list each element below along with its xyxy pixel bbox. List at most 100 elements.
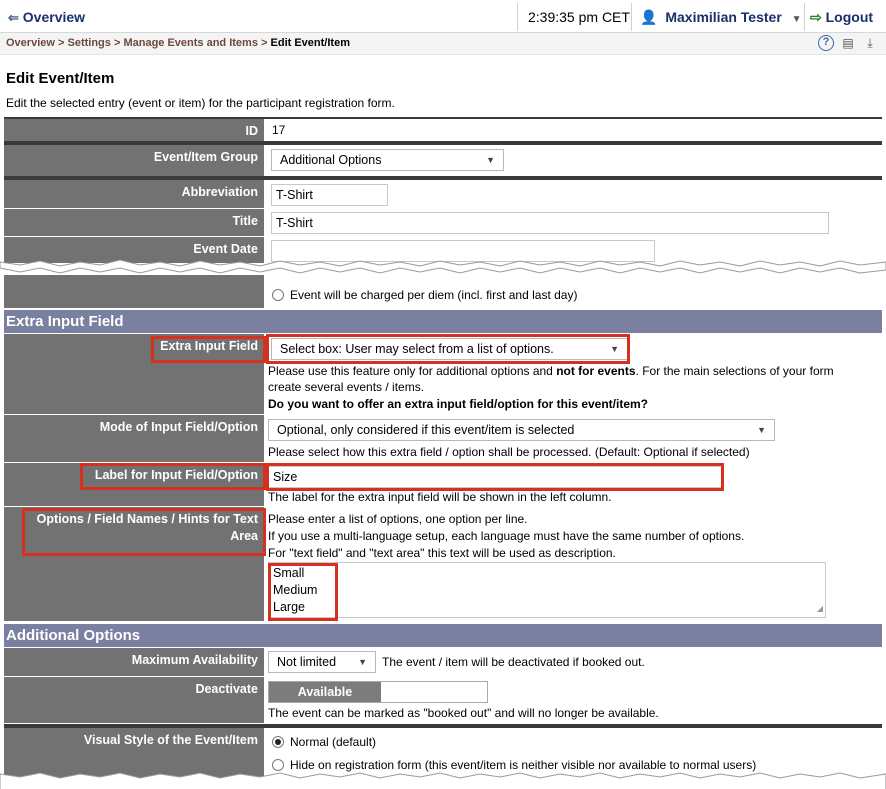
max-availability-help: The event / item will be deactivated if … [382, 655, 645, 669]
resize-handle-icon[interactable]: ◢ [817, 600, 823, 617]
options-help-3: For "text field" and "text area" this te… [268, 546, 616, 560]
abbreviation-label: Abbreviation [4, 180, 264, 208]
torn-edge-bottom [0, 770, 886, 789]
row-label-field: Label for Input Field/Option Size The la… [4, 463, 882, 506]
deactivate-label: Deactivate [4, 677, 264, 723]
visual-option-normal-text: Normal (default) [290, 735, 377, 749]
page-title: Edit Event/Item [6, 70, 115, 87]
breadcrumb-settings[interactable]: Settings [67, 37, 110, 49]
group-label: Event/Item Group [4, 145, 264, 176]
per-diem-label [4, 275, 264, 308]
row-abbreviation: Abbreviation T-Shirt [4, 180, 882, 208]
options-cell: Please enter a list of options, one opti… [268, 507, 882, 621]
row-extra-input-field: Extra Input Field Select box: User may s… [4, 334, 882, 414]
section-additional-options: Additional Options [4, 624, 882, 647]
row-options: Options / Field Names / Hints for Text A… [4, 507, 882, 621]
logout-label: Logout [825, 9, 874, 25]
dropdown-arrow-icon: ▼ [757, 425, 766, 435]
logout-button[interactable]: ⇨ Logout [810, 5, 873, 29]
mode-label: Mode of Input Field/Option [4, 415, 264, 462]
back-arrow-icon: ⇐ [8, 10, 19, 25]
logout-icon: ⇨ [810, 9, 822, 25]
option-line: Large [273, 600, 305, 614]
breadcrumb-overview[interactable]: Overview [6, 37, 55, 49]
options-help-1: Please enter a list of options, one opti… [268, 512, 528, 526]
row-title: Title T-Shirt [4, 209, 882, 236]
label-field-cell: Size The label for the extra input field… [268, 463, 882, 506]
torn-edge-graphic [0, 259, 886, 274]
breadcrumb-separator: > [57, 37, 65, 49]
max-availability-select[interactable]: Not limited ▼ [268, 651, 376, 673]
per-diem-cell: Event will be charged per diem (incl. fi… [268, 275, 882, 308]
deactivate-cell: Available The event can be marked as "bo… [268, 677, 882, 723]
extra-input-field-select[interactable]: Select box: User may select from a list … [271, 338, 628, 360]
visual-option-normal[interactable]: Normal (default) [272, 734, 376, 750]
section-extra-input-field: Extra Input Field [4, 310, 882, 333]
print-icon[interactable]: ▤ [840, 35, 856, 51]
breadcrumb-manage-events[interactable]: Manage Events and Items [123, 37, 258, 49]
divider [804, 3, 805, 31]
mode-help: Please select how this extra field / opt… [268, 445, 750, 459]
chevron-down-icon: ▼ [791, 14, 802, 25]
row-group: Event/Item Group Additional Options ▼ [4, 145, 882, 176]
label-field-input[interactable]: Size [268, 466, 722, 488]
max-availability-cell: Not limited ▼ The event / item will be d… [268, 648, 882, 676]
radio-icon [272, 289, 284, 301]
page-description: Edit the selected entry (event or item) … [6, 96, 395, 110]
breadcrumb-separator: > [261, 37, 268, 49]
breadcrumb-separator: > [113, 37, 121, 49]
max-availability-value: Not limited [277, 655, 337, 669]
divider [517, 3, 518, 31]
row-per-diem: Event will be charged per diem (incl. fi… [4, 275, 882, 308]
label-field-label: Label for Input Field/Option [4, 463, 264, 506]
torn-edge-graphic [0, 772, 886, 789]
title-input[interactable]: T-Shirt [271, 212, 829, 234]
row-mode: Mode of Input Field/Option Optional, onl… [4, 415, 882, 462]
overview-link[interactable]: ⇐ Overview [8, 5, 85, 29]
extra-question: Do you want to offer an extra input fiel… [268, 397, 649, 411]
clock: 2:39:35 pm CET [528, 9, 630, 25]
options-help-2: If you use a multi-language setup, each … [268, 529, 745, 543]
row-max-availability: Maximum Availability Not limited ▼ The e… [4, 648, 882, 676]
extra-help-part-1: Please use this feature only for additio… [268, 364, 557, 378]
breadcrumb: Overview > Settings > Manage Events and … [6, 37, 350, 49]
options-label: Options / Field Names / Hints for Text A… [4, 507, 264, 621]
mode-cell: Optional, only considered if this event/… [268, 415, 882, 462]
mode-select[interactable]: Optional, only considered if this event/… [268, 419, 775, 441]
overview-label: Overview [22, 9, 86, 25]
user-icon: 👤 [640, 9, 658, 25]
deactivate-help: The event can be marked as "booked out" … [268, 706, 659, 720]
user-menu[interactable]: 👤 Maximilian Tester ▼ [640, 5, 802, 29]
extra-input-field-value: Select box: User may select from a list … [280, 342, 554, 356]
group-value: Additional Options [280, 153, 382, 167]
download-icon[interactable]: ⤓ [862, 35, 878, 51]
extra-input-field-help: Please use this feature only for additio… [268, 363, 868, 395]
help-icon[interactable]: ? [818, 35, 834, 51]
extra-help-bold: not for events [556, 364, 636, 378]
breadcrumb-bar: Overview > Settings > Manage Events and … [0, 33, 886, 55]
dropdown-arrow-icon: ▼ [358, 657, 367, 667]
mode-value: Optional, only considered if this event/… [277, 423, 575, 437]
per-diem-option[interactable]: Event will be charged per diem (incl. fi… [272, 287, 577, 303]
options-textarea[interactable]: Small Medium Large ◢ [268, 562, 826, 618]
option-line: Small [273, 566, 305, 580]
title-label: Title [4, 209, 264, 236]
dropdown-arrow-icon: ▼ [610, 344, 619, 354]
group-cell: Additional Options ▼ [268, 145, 882, 176]
page-tools: ? ▤ ⤓ [818, 35, 878, 51]
row-deactivate: Deactivate Available The event can be ma… [4, 677, 882, 723]
group-select[interactable]: Additional Options ▼ [271, 149, 504, 171]
id-label: ID [4, 119, 264, 141]
breadcrumb-current: Edit Event/Item [270, 37, 350, 49]
extra-input-field-cell: Select box: User may select from a list … [268, 334, 882, 414]
top-bar: ⇐ Overview 2:39:35 pm CET 👤 Maximilian T… [0, 0, 886, 33]
dropdown-arrow-icon: ▼ [486, 155, 495, 165]
extra-input-field-label: Extra Input Field [4, 334, 264, 414]
torn-edge [0, 256, 886, 276]
per-diem-text: Event will be charged per diem (incl. fi… [290, 288, 578, 302]
abbreviation-input[interactable]: T-Shirt [271, 184, 388, 206]
row-id: ID 17 [4, 119, 882, 141]
id-cell: 17 [268, 119, 882, 141]
deactivate-toggle[interactable]: Available [268, 681, 488, 703]
max-availability-label: Maximum Availability [4, 648, 264, 676]
